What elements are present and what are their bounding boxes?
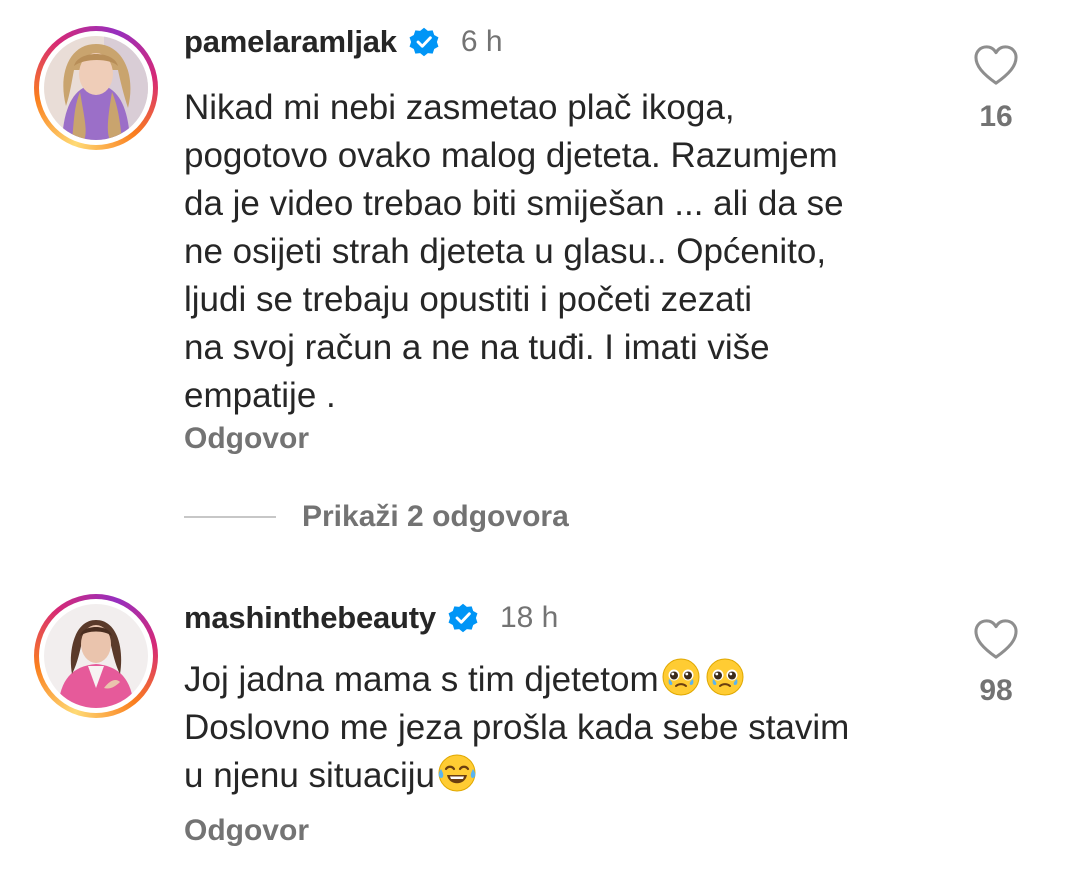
timestamp: 6 h [460,25,503,58]
heart-outline-icon[interactable] [973,44,1019,86]
face-with-tears-of-joy-icon [438,754,476,792]
comment-text-line: ne osijeti strah djeteta u glasu.. Općen… [184,232,827,271]
reply-button[interactable]: Odgovor [184,422,309,456]
replies-divider [184,516,276,518]
comment-text-line: Doslovno me jeza prošla kada sebe stavim [184,708,850,747]
view-replies-label: Prikaži 2 odgovora [302,500,569,533]
comment-text-line: da je video trebao biti smiješan ... ali… [184,184,844,223]
comment-text: Joj jadna mama s tim djetetom Doslovno m… [184,656,944,800]
heart-outline-icon[interactable] [973,618,1019,660]
like-column: 16 [966,44,1026,134]
comment-text-line: u njenu situaciju [184,752,944,800]
comment-item: pamelaramljak 6 h Nikad mi nebi zasmetao… [0,0,1080,533]
comment-text-line: empatije . [184,376,336,415]
comment-text-line: Joj jadna mama s tim djetetom [184,656,944,704]
username[interactable]: pamelaramljak [184,24,397,60]
comment-text-line: na svoj račun a ne na tuđi. I imati više [184,328,770,367]
comment-text-line: Nikad mi nebi zasmetao plač ikoga, [184,88,735,127]
comment-item: mashinthebeauty 18 h Joj jadna mama s ti… [0,590,1080,884]
timestamp: 18 h [499,601,559,634]
comment-text-line: pogotovo ovako malog djeteta. Razumjem [184,136,838,175]
view-replies-button[interactable]: Prikaži 2 odgovora [184,500,569,534]
avatar[interactable] [44,36,148,140]
story-ring[interactable] [34,26,158,150]
like-count: 98 [979,674,1013,707]
comment-header: pamelaramljak 6 h [184,24,503,60]
verified-badge-icon [409,27,439,57]
comment-text-line: ljudi se trebaju opustiti i početi zezat… [184,280,753,319]
pleading-face-with-tears-icon [662,658,700,696]
reply-button[interactable]: Odgovor [184,814,309,848]
avatar[interactable] [44,604,148,708]
comment-header: mashinthebeauty 18 h [184,600,558,636]
like-count: 16 [979,100,1013,133]
story-ring[interactable] [34,594,158,718]
comment-text-segment: u njenu situaciju [184,756,435,795]
pleading-face-with-tears-icon [706,658,744,696]
username[interactable]: mashinthebeauty [184,600,436,636]
comment-text-segment: Joj jadna mama s tim djetetom [184,660,659,699]
like-column: 98 [966,618,1026,708]
verified-badge-icon [448,603,478,633]
comment-text: Nikad mi nebi zasmetao plač ikoga, pogot… [184,84,944,420]
